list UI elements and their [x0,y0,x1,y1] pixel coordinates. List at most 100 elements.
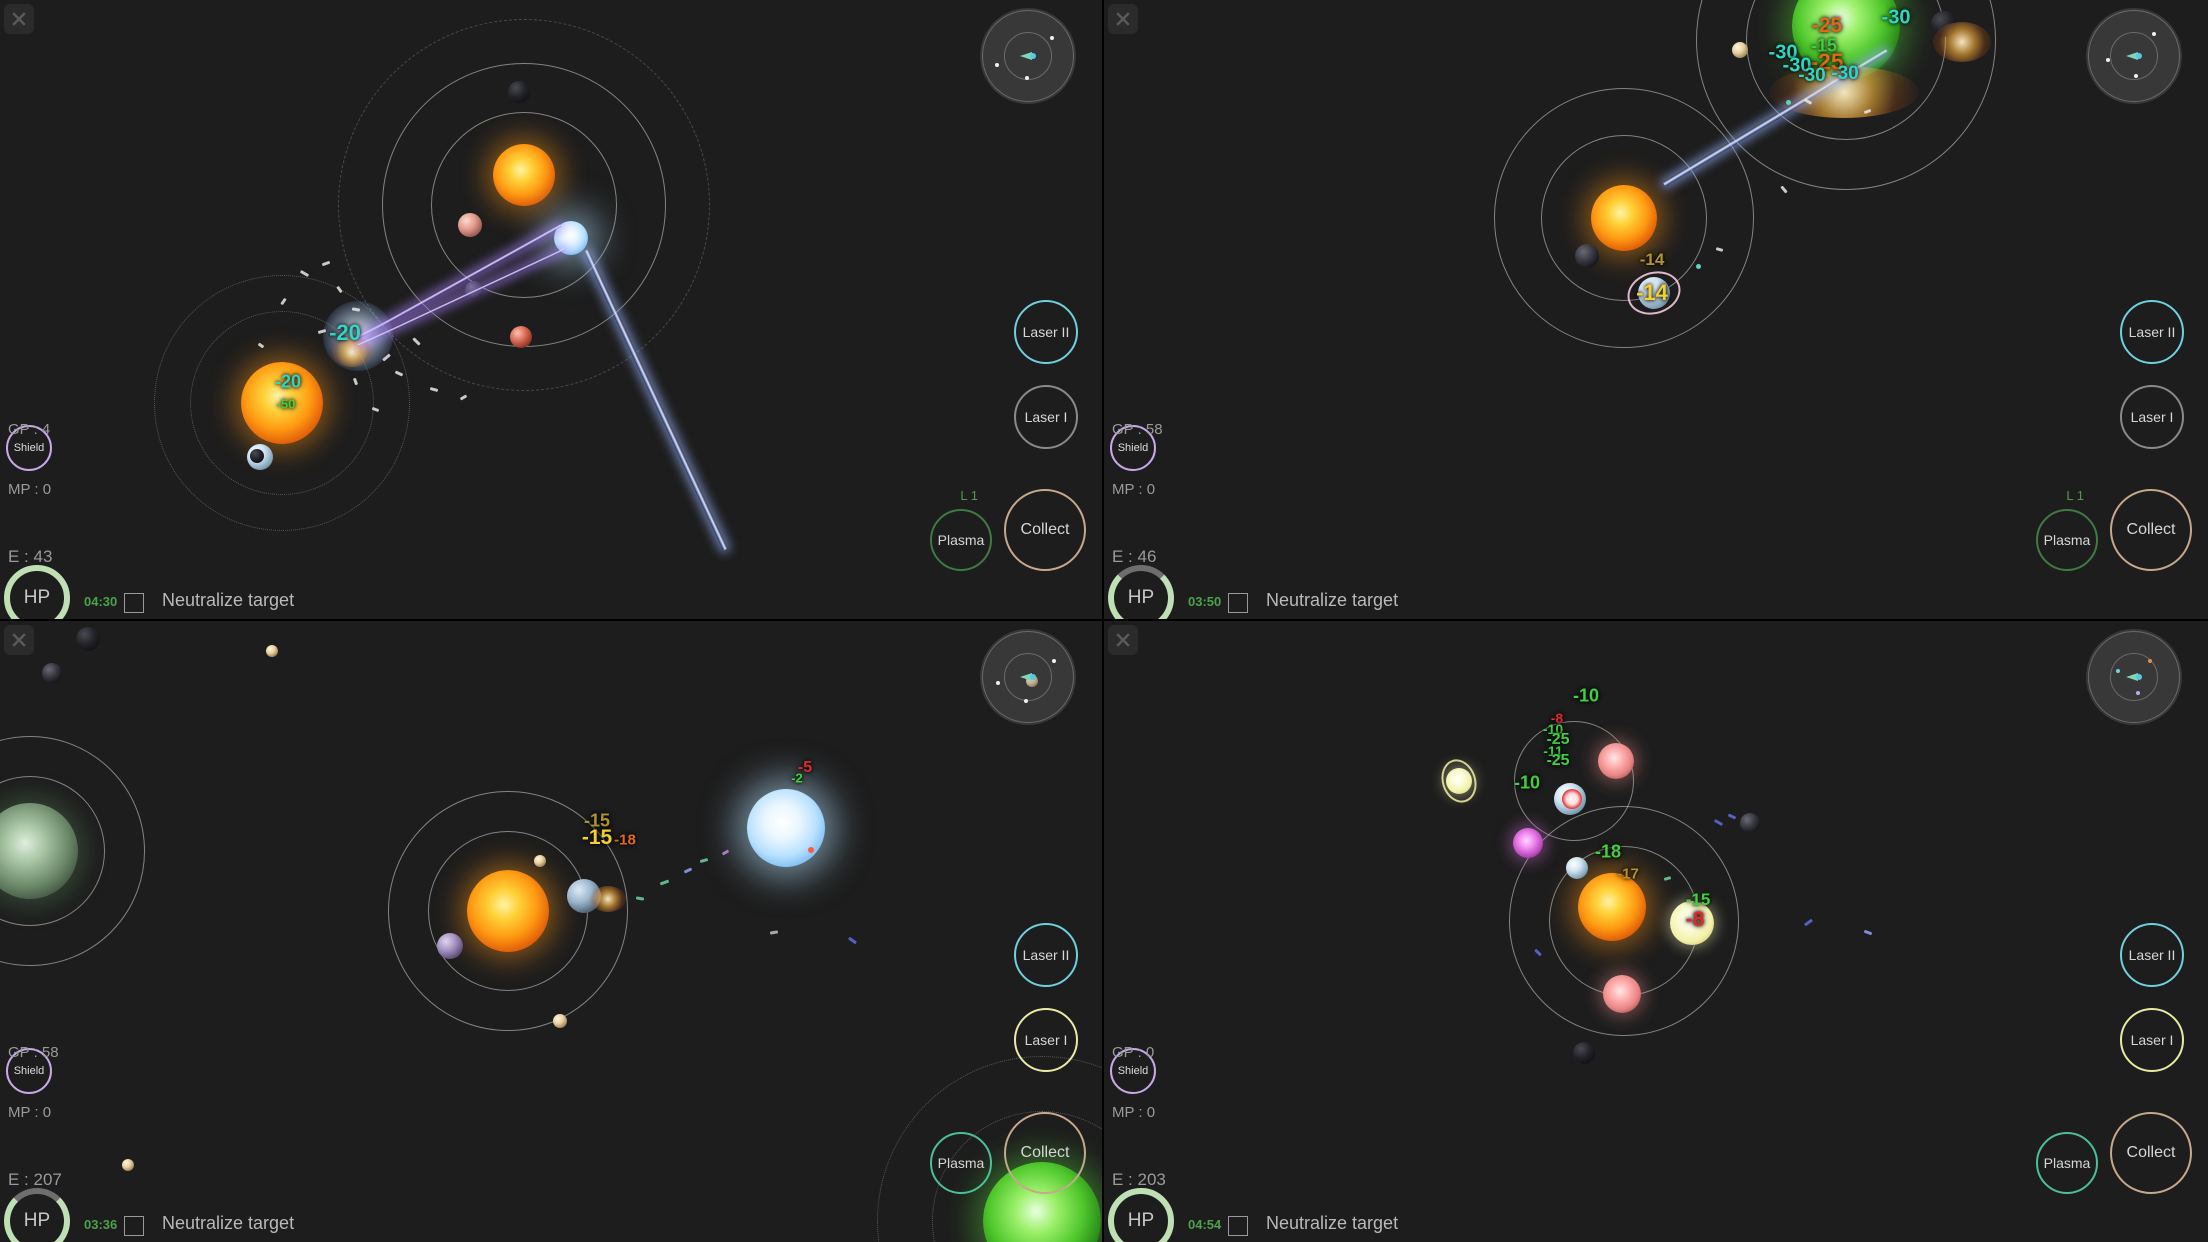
energy-stat: E : 46 [1112,547,1157,566]
plasma-button[interactable]: Plasma [930,509,992,571]
minimap-player-ship [1020,673,1036,681]
damage-number: -30 [1831,63,1859,84]
hp-label: HP [1127,1210,1155,1231]
laser-ii-button[interactable]: Laser II [1014,300,1078,364]
plasma-label: Plasma [2043,532,2091,548]
minimap-dot [995,63,999,67]
star-body [493,144,555,206]
collect-button[interactable]: Collect [1004,489,1086,571]
close-icon[interactable] [4,4,34,34]
resource-stats: GP : 4 MP : 0 [8,379,51,541]
debris-particle [1803,918,1814,927]
collect-label: Collect [1020,521,1070,538]
plasma-label: Plasma [937,532,985,548]
damage-number: -25 [1546,752,1570,769]
planet-body [458,213,482,237]
mp-stat: MP : 0 [8,481,52,499]
minimap-radar[interactable] [980,8,1076,104]
minimap-player-ship [2126,52,2142,60]
objective-checkbox[interactable] [1228,593,1248,613]
laser-ii-button[interactable]: Laser II [2120,923,2184,987]
close-icon[interactable] [1108,4,1138,34]
debris-particle [683,867,693,874]
minimap-radar[interactable] [2086,8,2182,104]
mp-stat: MP : 0 [1112,1104,1156,1122]
game-panel-1[interactable]: Shield GP : 4 MP : 0 E : 43 HP 04:30 Neu… [0,0,1104,621]
planet-body [250,449,264,463]
resource-stats: GP : 58 MP : 0 [8,1002,59,1164]
spark-particle [1786,100,1791,105]
plasma-button[interactable]: Plasma [2036,1132,2098,1194]
star-body [467,870,549,952]
damage-number: -14 [1636,280,1668,305]
minimap-dot [2148,659,2152,663]
mission-timer: 03:50 [1188,594,1222,609]
debris-particle [1863,929,1873,936]
minimap-radar[interactable] [2086,629,2182,725]
game-panel-3[interactable]: Shield GP : 58 MP : 0 E : 207 HP 03:36 N… [0,621,1104,1242]
resource-stats: GP : 0 MP : 0 [1112,1002,1155,1164]
planet-body [42,663,62,683]
laser-i-button[interactable]: Laser I [2120,1008,2184,1072]
hp-label: HP [23,587,51,608]
planet-body [553,1014,567,1028]
plasma-label: Plasma [2043,1155,2091,1171]
plasma-button[interactable]: Plasma [2036,509,2098,571]
collect-button[interactable]: Collect [2110,489,2192,571]
planet-body [266,645,278,657]
plasma-button[interactable]: Plasma [930,1132,992,1194]
collect-button[interactable]: Collect [2110,1112,2192,1194]
laser-ii-button[interactable]: Laser II [1014,923,1078,987]
damage-number: -10 [1513,772,1541,793]
damage-number: -15 [581,826,613,849]
minimap-player-ship [1020,52,1036,60]
game-panel-4[interactable]: Shield GP : 0 MP : 0 E : 203 HP 04:54 Ne… [1104,621,2208,1242]
energy-stat: E : 203 [1112,1170,1166,1189]
objective-checkbox[interactable] [124,1216,144,1236]
laser-i-label: Laser I [1024,409,1068,425]
debris-particle [459,394,468,401]
energy-stat: E : 43 [8,547,53,566]
laser-i-label: Laser I [2130,1032,2174,1048]
hp-label: HP [23,1210,51,1231]
minimap-radar[interactable] [980,629,1076,725]
damage-number: -15 [1685,890,1711,909]
laser-i-button[interactable]: Laser I [1014,385,1078,449]
laser-i-button[interactable]: Laser I [2120,385,2184,449]
minimap-dot [996,681,1000,685]
damage-number: -30 [1798,65,1826,86]
objective-checkbox[interactable] [124,593,144,613]
collect-button[interactable]: Collect [1004,1112,1086,1194]
laser-ii-label: Laser II [1022,947,1070,963]
damage-number: -17 [1617,865,1639,883]
damage-number: -20 [274,371,302,392]
energy-stat: E : 207 [8,1170,62,1189]
mp-stat: MP : 0 [1112,481,1156,499]
close-icon[interactable] [4,625,34,655]
game-panel-2[interactable]: Shield GP : 58 MP : 0 E : 46 HP 03:50 Ne… [1104,0,2208,621]
hp-label: HP [1127,587,1155,608]
objective-text: Neutralize target [162,590,295,610]
minimap-dot [2116,669,2120,673]
star-body [747,789,825,867]
minimap-dot [1025,76,1029,80]
minimap-dot [2136,691,2140,695]
objective-checkbox[interactable] [1228,1216,1248,1236]
laser-ii-button[interactable]: Laser II [2120,300,2184,364]
mission-timer: 04:54 [1188,1217,1222,1232]
planet-body [122,1159,134,1171]
gp-stat: GP : 4 [8,420,51,438]
laser-i-button[interactable]: Laser I [1014,1008,1078,1072]
close-icon[interactable] [1108,625,1138,655]
laser-ii-label: Laser II [2128,947,2176,963]
debris-particle [1780,185,1788,194]
gp-stat: GP : 0 [1112,1043,1155,1061]
damage-number: -2 [791,770,803,786]
debris-particle [429,387,439,392]
debris-particle [1727,813,1737,820]
minimap-dot [2106,58,2110,62]
star-body [1603,975,1641,1013]
planet-body [76,627,100,651]
minimap-dot [1052,659,1056,663]
game-panel-grid: Shield GP : 4 MP : 0 E : 43 HP 04:30 Neu… [0,0,2208,1242]
